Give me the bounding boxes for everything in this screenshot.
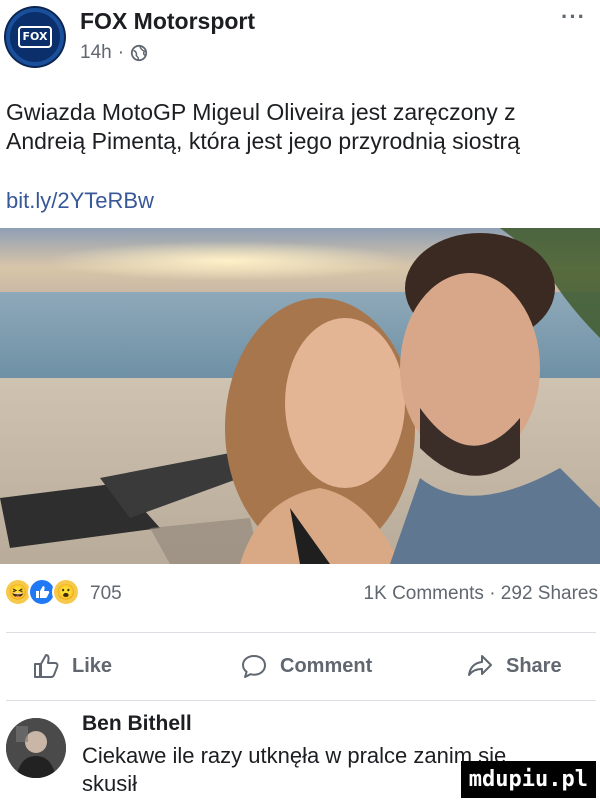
share-icon [468,655,492,676]
comments-shares-count[interactable]: 1K Comments · 292 Shares [364,583,598,605]
fox-logo-icon: FOX [18,26,52,48]
watermark: mdupiu.pl [460,761,596,798]
like-button[interactable]: Like [32,652,112,680]
post-header: FOX FOX Motorsport 14h · ··· [0,0,600,80]
avatar[interactable] [6,718,66,778]
post-time[interactable]: 14h [80,42,112,64]
share-label: Share [506,654,562,677]
post-actions: Like Comment Share [0,640,600,690]
reactions-summary[interactable]: 😆 😮 [4,578,80,606]
comment-button[interactable]: Comment [240,652,372,680]
page-name[interactable]: FOX Motorsport [80,8,255,35]
post-photo[interactable] [0,228,600,564]
like-label: Like [72,654,113,677]
divider [6,700,596,701]
wow-reaction-icon: 😮 [52,578,80,606]
post-link[interactable]: bit.ly/2YTeRBw [6,188,154,214]
post-stats: 😆 😮 705 1K Comments · 292 Shares [0,578,600,610]
comment-author[interactable]: Ben Bithell [82,712,192,736]
comment-icon [242,655,266,678]
globe-icon [130,44,148,62]
meta-separator: · [117,42,125,63]
comment-text: Ciekawe ile razy utknęła w pralce zanim … [82,743,507,796]
like-icon [34,654,59,678]
share-button[interactable]: Share [466,652,562,680]
reaction-count[interactable]: 705 [90,583,122,605]
beach-couple-photo [0,228,600,564]
more-icon[interactable]: ··· [561,4,586,30]
page-avatar[interactable]: FOX [6,8,64,66]
comment-label: Comment [280,654,373,677]
post-text: Gwiazda MotoGP Migeul Oliveira jest zarę… [6,99,520,154]
divider [6,632,596,633]
post-meta: 14h · [80,42,148,64]
